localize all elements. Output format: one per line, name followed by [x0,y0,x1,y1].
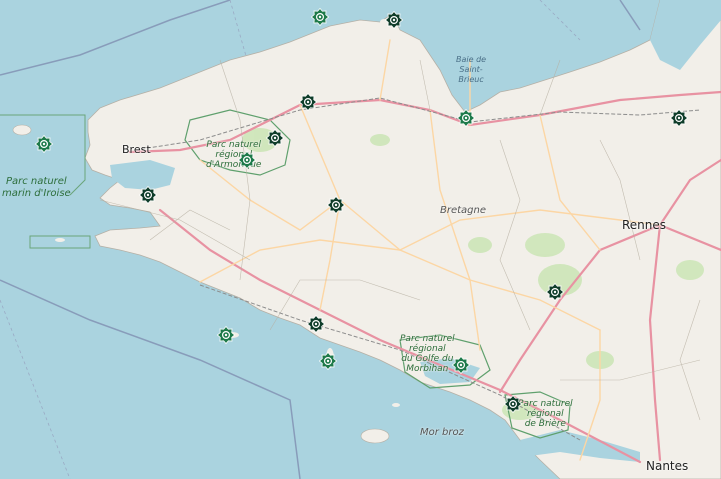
marker-icon [546,283,564,301]
island-sein [55,238,65,242]
marker-icon [299,93,317,111]
map-marker-dark[interactable] [546,283,564,301]
map-marker-dark[interactable] [504,395,522,413]
map-marker-dark[interactable] [327,196,345,214]
marker-icon [217,326,235,344]
map-marker-green[interactable] [238,151,256,169]
map-base-layer [0,0,721,479]
map-marker-green[interactable] [217,326,235,344]
map-marker-dark[interactable] [670,109,688,127]
map-marker-dark[interactable] [307,315,325,333]
marker-icon [327,196,345,214]
island-belle-ile [360,428,390,444]
marker-icon [504,395,522,413]
marker-icon [452,356,470,374]
map-marker-green[interactable] [457,109,475,127]
marker-icon [139,186,157,204]
marker-icon [457,109,475,127]
marker-icon [311,8,329,26]
map-marker-green[interactable] [452,356,470,374]
island-houat [392,403,400,407]
map-view[interactable]: Brest Rennes Nantes Bretagne Mor broz Ba… [0,0,721,479]
island-ouessant [12,124,32,136]
marker-icon [266,129,284,147]
marker-icon [385,11,403,29]
marker-icon [35,135,53,153]
map-marker-green[interactable] [35,135,53,153]
marker-icon [319,352,337,370]
map-marker-green[interactable] [311,8,329,26]
marker-icon [238,151,256,169]
map-marker-dark[interactable] [385,11,403,29]
map-marker-green[interactable] [319,352,337,370]
marker-icon [670,109,688,127]
map-marker-dark[interactable] [299,93,317,111]
map-marker-dark[interactable] [266,129,284,147]
marker-icon [307,315,325,333]
map-marker-dark[interactable] [139,186,157,204]
